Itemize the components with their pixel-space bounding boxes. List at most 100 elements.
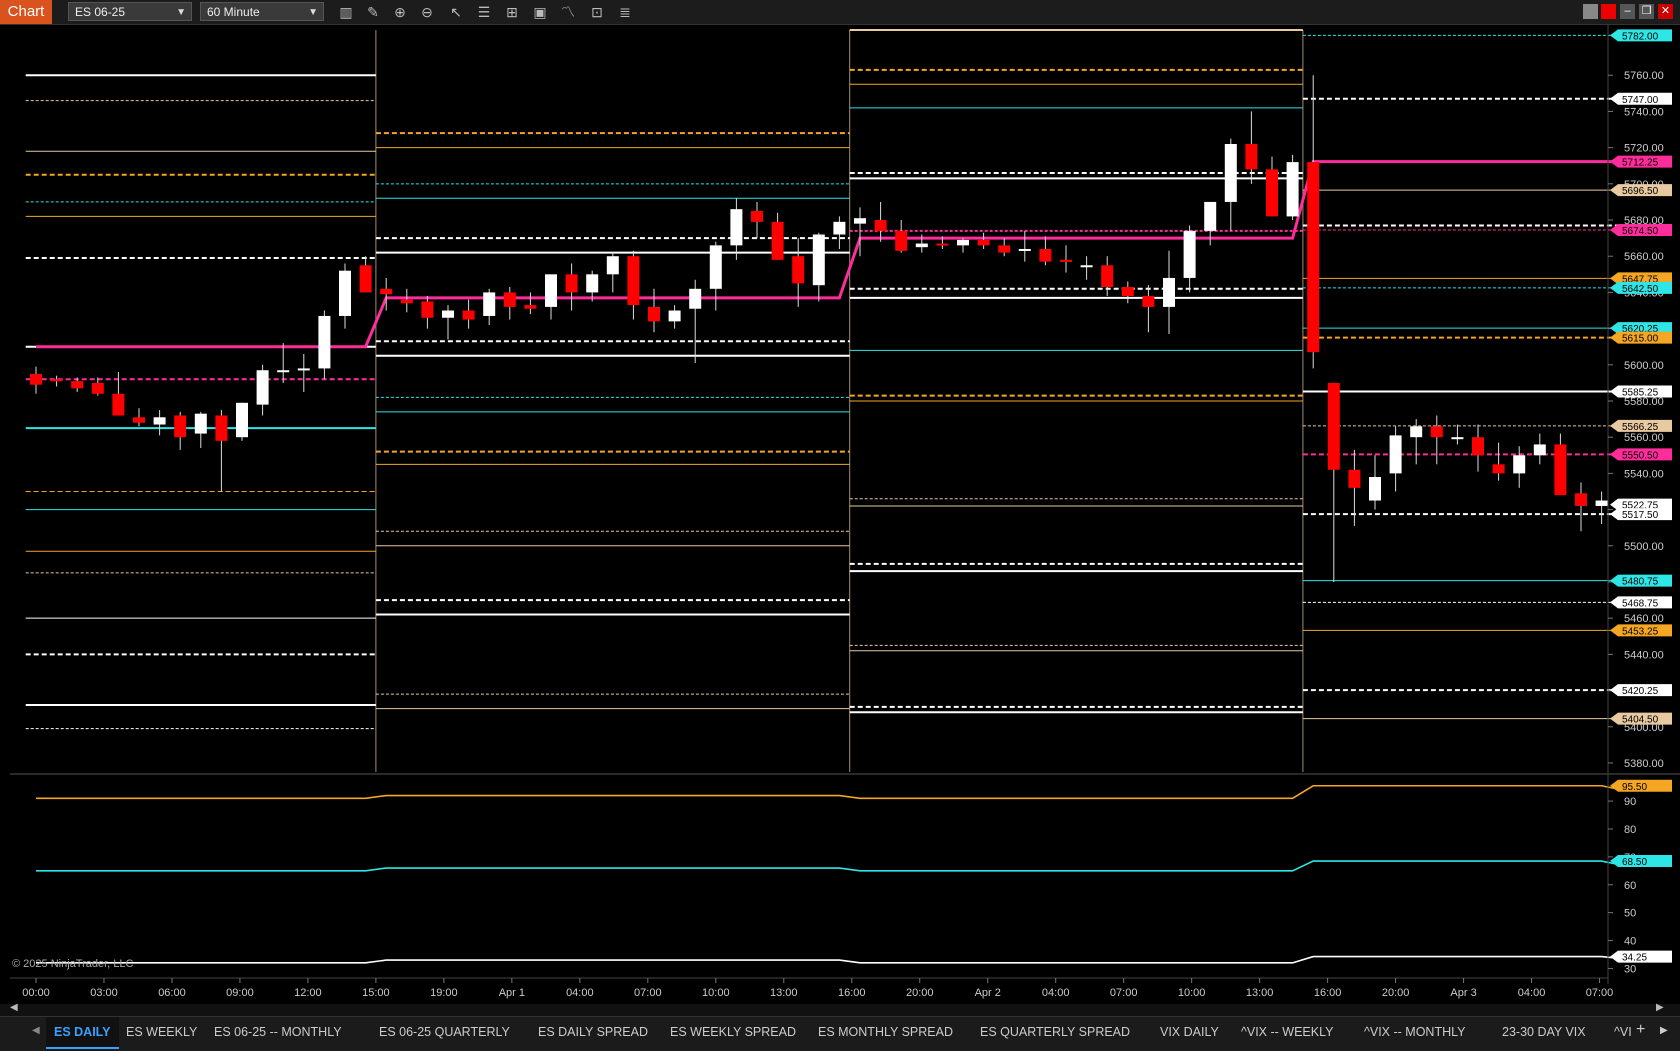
candle-body bbox=[1410, 426, 1423, 438]
candle-body bbox=[194, 413, 207, 434]
candle-body bbox=[133, 417, 145, 423]
tabs-right-icon[interactable]: ▶ bbox=[1660, 1025, 1668, 1036]
zoom-in-icon[interactable]: ⊕ bbox=[391, 3, 409, 21]
candle-body bbox=[1369, 477, 1381, 501]
axes: 5760.005740.005720.005700.005680.005660.… bbox=[10, 24, 1680, 999]
interval-select[interactable]: 60 Minute ▼ bbox=[200, 2, 324, 21]
candle-body bbox=[380, 288, 393, 295]
bar-type-icon[interactable]: ▥ bbox=[337, 3, 355, 21]
app-label[interactable]: Chart bbox=[0, 0, 52, 24]
horizontal-scrollbar[interactable]: ◀ ▶ bbox=[0, 1002, 1680, 1016]
chart-tab[interactable]: ^VIX -- MONTHLY bbox=[1356, 1017, 1473, 1047]
candle-body bbox=[771, 221, 784, 260]
scroll-right-icon[interactable]: ▶ bbox=[1656, 1002, 1664, 1013]
candle-body bbox=[936, 243, 949, 246]
chart-tab[interactable]: ES DAILY bbox=[46, 1017, 119, 1049]
candle-body bbox=[1121, 286, 1134, 297]
indicator-tick-label: 50 bbox=[1624, 908, 1636, 920]
candle-body bbox=[668, 310, 681, 322]
chart-tab-bar: ◀ ES DAILY ES WEEKLY ES 06-25 -- MONTHLY ES… bbox=[0, 1016, 1680, 1051]
candle-body bbox=[1039, 248, 1052, 262]
price-tick-label: 5560.00 bbox=[1624, 432, 1664, 444]
price-marker-label: 5453.25 bbox=[1622, 626, 1659, 637]
price-marker-label: 5674.50 bbox=[1622, 226, 1659, 237]
indicator-panel[interactable] bbox=[36, 784, 1623, 964]
chart-tab[interactable]: 23-30 DAY VIX bbox=[1494, 1017, 1594, 1047]
pointer-icon[interactable]: ↖ bbox=[447, 3, 465, 21]
chart-canvas[interactable]: 5760.005740.005720.005700.005680.005660.… bbox=[0, 24, 1680, 1004]
time-tick-label: 07:00 bbox=[1110, 987, 1138, 999]
instrument-value: ES 06-25 bbox=[75, 5, 126, 19]
candle-body bbox=[1183, 230, 1196, 278]
time-tick-label: Apr 3 bbox=[1450, 987, 1476, 999]
time-tick-label: 06:00 bbox=[158, 987, 186, 999]
price-tick-label: 5380.00 bbox=[1624, 758, 1664, 770]
candle-body bbox=[689, 288, 702, 309]
zoom-out-icon[interactable]: ⊖ bbox=[418, 3, 436, 21]
indicator-tick-label: 30 bbox=[1624, 963, 1636, 975]
candle-body bbox=[854, 218, 866, 224]
chart-tab[interactable]: ES DAILY SPREAD bbox=[530, 1017, 656, 1047]
candle-body bbox=[30, 373, 42, 385]
candle-body bbox=[1245, 144, 1258, 170]
draw-pencil-icon[interactable]: ✎ bbox=[364, 3, 382, 21]
chart-tab[interactable]: ES WEEKLY SPREAD bbox=[662, 1017, 804, 1047]
price-tick-label: 5760.00 bbox=[1624, 70, 1664, 82]
chart-tab[interactable]: ES QUARTERLY SPREAD bbox=[972, 1017, 1138, 1047]
chart-tab[interactable]: VIX DAILY bbox=[1152, 1017, 1227, 1047]
chart-tab[interactable]: ES MONTHLY SPREAD bbox=[810, 1017, 961, 1047]
indicator-line bbox=[36, 860, 1623, 872]
candle-body bbox=[1142, 296, 1155, 307]
candle-body bbox=[1018, 248, 1031, 251]
chart-tab[interactable]: ^VIX -- WEEKLY bbox=[1233, 1017, 1341, 1047]
chart-tab[interactable]: ES 06-25 QUARTERLY bbox=[371, 1017, 518, 1047]
candle-body bbox=[1430, 426, 1443, 438]
indicator-tick-label: 90 bbox=[1624, 796, 1636, 808]
price-marker-label: 5420.25 bbox=[1622, 686, 1659, 697]
candle-body bbox=[1595, 500, 1608, 506]
minimize-icon[interactable]: – bbox=[1620, 4, 1635, 19]
candle-body bbox=[462, 310, 475, 320]
indicator-tick-label: 40 bbox=[1624, 936, 1636, 948]
indicator-marker-label: 95.50 bbox=[1622, 782, 1647, 793]
price-tick-label: 5440.00 bbox=[1624, 649, 1664, 661]
candle-body bbox=[1224, 144, 1237, 202]
indicator-tick-label: 60 bbox=[1624, 880, 1636, 892]
window-gray-icon[interactable] bbox=[1583, 4, 1598, 19]
data-box-icon[interactable]: ▣ bbox=[531, 3, 549, 21]
scroll-left-icon[interactable]: ◀ bbox=[10, 1002, 18, 1013]
chart-tab[interactable]: ES WEEKLY bbox=[118, 1017, 205, 1047]
interval-value: 60 Minute bbox=[207, 5, 260, 19]
price-tick-label: 5540.00 bbox=[1624, 468, 1664, 480]
candle-body bbox=[1266, 169, 1278, 217]
chart-tab[interactable]: ^VI bbox=[1606, 1017, 1640, 1047]
template-icon[interactable]: ⊞ bbox=[503, 3, 521, 21]
price-tick-label: 5460.00 bbox=[1624, 613, 1664, 625]
chart-tab[interactable]: ES 06-25 -- MONTHLY bbox=[206, 1017, 350, 1047]
strategies-icon[interactable]: ⊡ bbox=[588, 3, 606, 21]
tabs-left-icon[interactable]: ◀ bbox=[32, 1025, 40, 1036]
price-marker-label: 5585.25 bbox=[1622, 387, 1659, 398]
time-tick-label: 13:00 bbox=[770, 987, 798, 999]
indicator-line bbox=[36, 784, 1623, 800]
restore-icon[interactable]: ❐ bbox=[1639, 4, 1654, 19]
close-icon[interactable]: ✕ bbox=[1658, 4, 1673, 19]
candle-body bbox=[256, 370, 269, 405]
candle-body bbox=[1533, 444, 1546, 456]
properties-icon[interactable]: ☰ bbox=[475, 3, 493, 21]
list-icon[interactable]: ≣ bbox=[616, 3, 634, 21]
price-tick-label: 5600.00 bbox=[1624, 360, 1664, 372]
time-tick-label: 04:00 bbox=[1042, 987, 1070, 999]
candle-body bbox=[792, 256, 805, 284]
time-tick-label: 10:00 bbox=[702, 987, 730, 999]
price-panel[interactable] bbox=[25, 29, 1633, 772]
candle-body bbox=[565, 274, 578, 293]
candle-body bbox=[50, 379, 63, 382]
add-tab-icon[interactable]: + bbox=[1636, 1021, 1645, 1039]
indicators-icon[interactable]: 〽 bbox=[559, 3, 577, 21]
instrument-select[interactable]: ES 06-25 ▼ bbox=[68, 2, 192, 21]
window-red-icon[interactable] bbox=[1601, 4, 1616, 19]
candle-body bbox=[1472, 437, 1484, 456]
candle-body bbox=[524, 305, 537, 309]
price-marker-label: 5712.25 bbox=[1622, 158, 1659, 169]
